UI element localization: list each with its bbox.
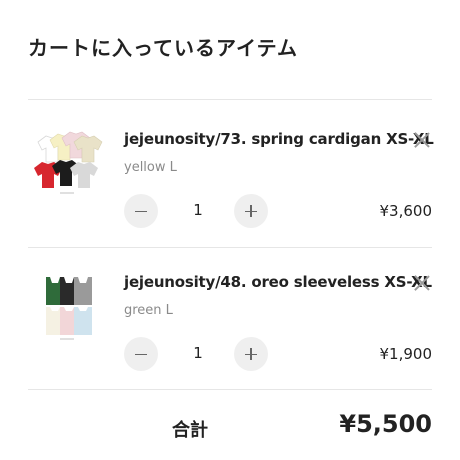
quantity-value: 1 [193, 344, 203, 362]
item-price: ¥1,900 [379, 345, 433, 363]
decrease-quantity-button[interactable] [124, 337, 158, 371]
total-value: ¥5,500 [339, 410, 432, 438]
product-variant: yellow L [124, 160, 177, 175]
decrease-quantity-button[interactable] [124, 194, 158, 228]
page-title: カートに入っているアイテム [28, 36, 298, 60]
product-variant: green L [124, 303, 173, 318]
item-price: ¥3,600 [379, 202, 433, 220]
total-label: 合計 [172, 420, 208, 441]
close-icon[interactable] [412, 130, 432, 150]
quantity-value: 1 [193, 201, 203, 219]
divider [28, 389, 432, 390]
increase-quantity-button[interactable] [234, 194, 268, 228]
divider [28, 99, 432, 100]
cart-item: jejeunosity/73. spring cardigan XS-XL ye… [28, 104, 434, 244]
cart-item: jejeunosity/48. oreo sleeveless XS-XL gr… [28, 247, 432, 387]
close-icon[interactable] [412, 273, 432, 293]
product-thumbnail[interactable] [28, 124, 106, 202]
increase-quantity-button[interactable] [234, 337, 268, 371]
product-thumbnail[interactable] [28, 267, 106, 345]
product-name[interactable]: jejeunosity/48. oreo sleeveless XS-XL [124, 273, 432, 291]
product-name[interactable]: jejeunosity/73. spring cardigan XS-XL [124, 130, 434, 148]
